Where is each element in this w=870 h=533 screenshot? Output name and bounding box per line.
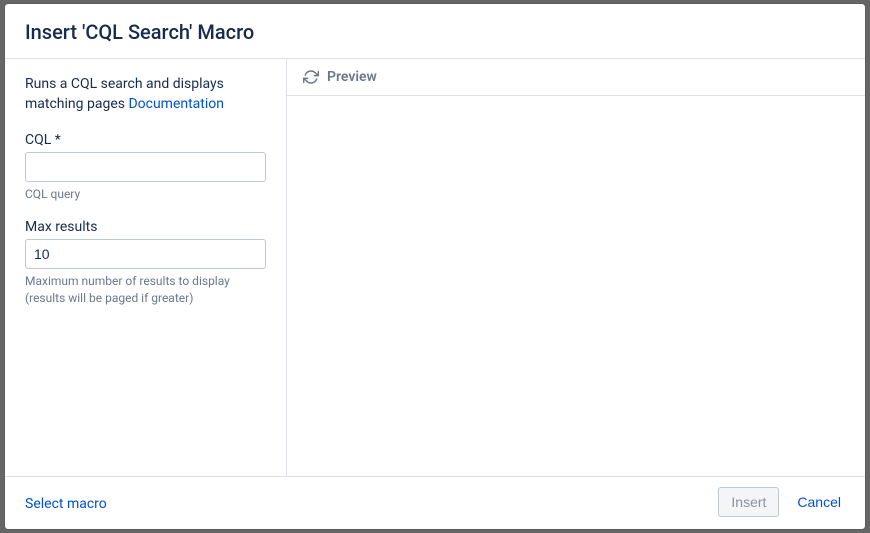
dialog-title: Insert 'CQL Search' Macro (25, 20, 845, 44)
footer-right: Insert Cancel (718, 487, 845, 517)
config-sidebar: Runs a CQL search and displays matching … (5, 59, 287, 476)
select-macro-link[interactable]: Select macro (25, 496, 107, 512)
cancel-button[interactable]: Cancel (793, 488, 845, 516)
cql-label: CQL * (25, 132, 266, 148)
documentation-link[interactable]: Documentation (128, 96, 224, 112)
dialog-body: Runs a CQL search and displays matching … (5, 59, 865, 476)
dialog-footer: Select macro Insert Cancel (5, 476, 865, 529)
macro-description: Runs a CQL search and displays matching … (25, 75, 266, 114)
cql-field: CQL * CQL query (25, 132, 266, 203)
footer-left: Select macro (25, 493, 107, 512)
cql-input[interactable] (25, 152, 266, 182)
insert-button[interactable]: Insert (718, 487, 779, 517)
cql-hint: CQL query (25, 186, 266, 203)
refresh-icon[interactable] (303, 69, 319, 85)
max-results-field: Max results Maximum number of results to… (25, 219, 266, 307)
max-results-hint: Maximum number of results to display (re… (25, 273, 266, 307)
dialog-header: Insert 'CQL Search' Macro (5, 4, 865, 59)
preview-pane: Preview (287, 59, 865, 476)
preview-body (287, 96, 865, 476)
preview-header: Preview (287, 59, 865, 96)
max-results-label: Max results (25, 219, 266, 235)
macro-dialog: Insert 'CQL Search' Macro Runs a CQL sea… (5, 4, 865, 529)
preview-title: Preview (327, 69, 377, 85)
max-results-input[interactable] (25, 239, 266, 269)
